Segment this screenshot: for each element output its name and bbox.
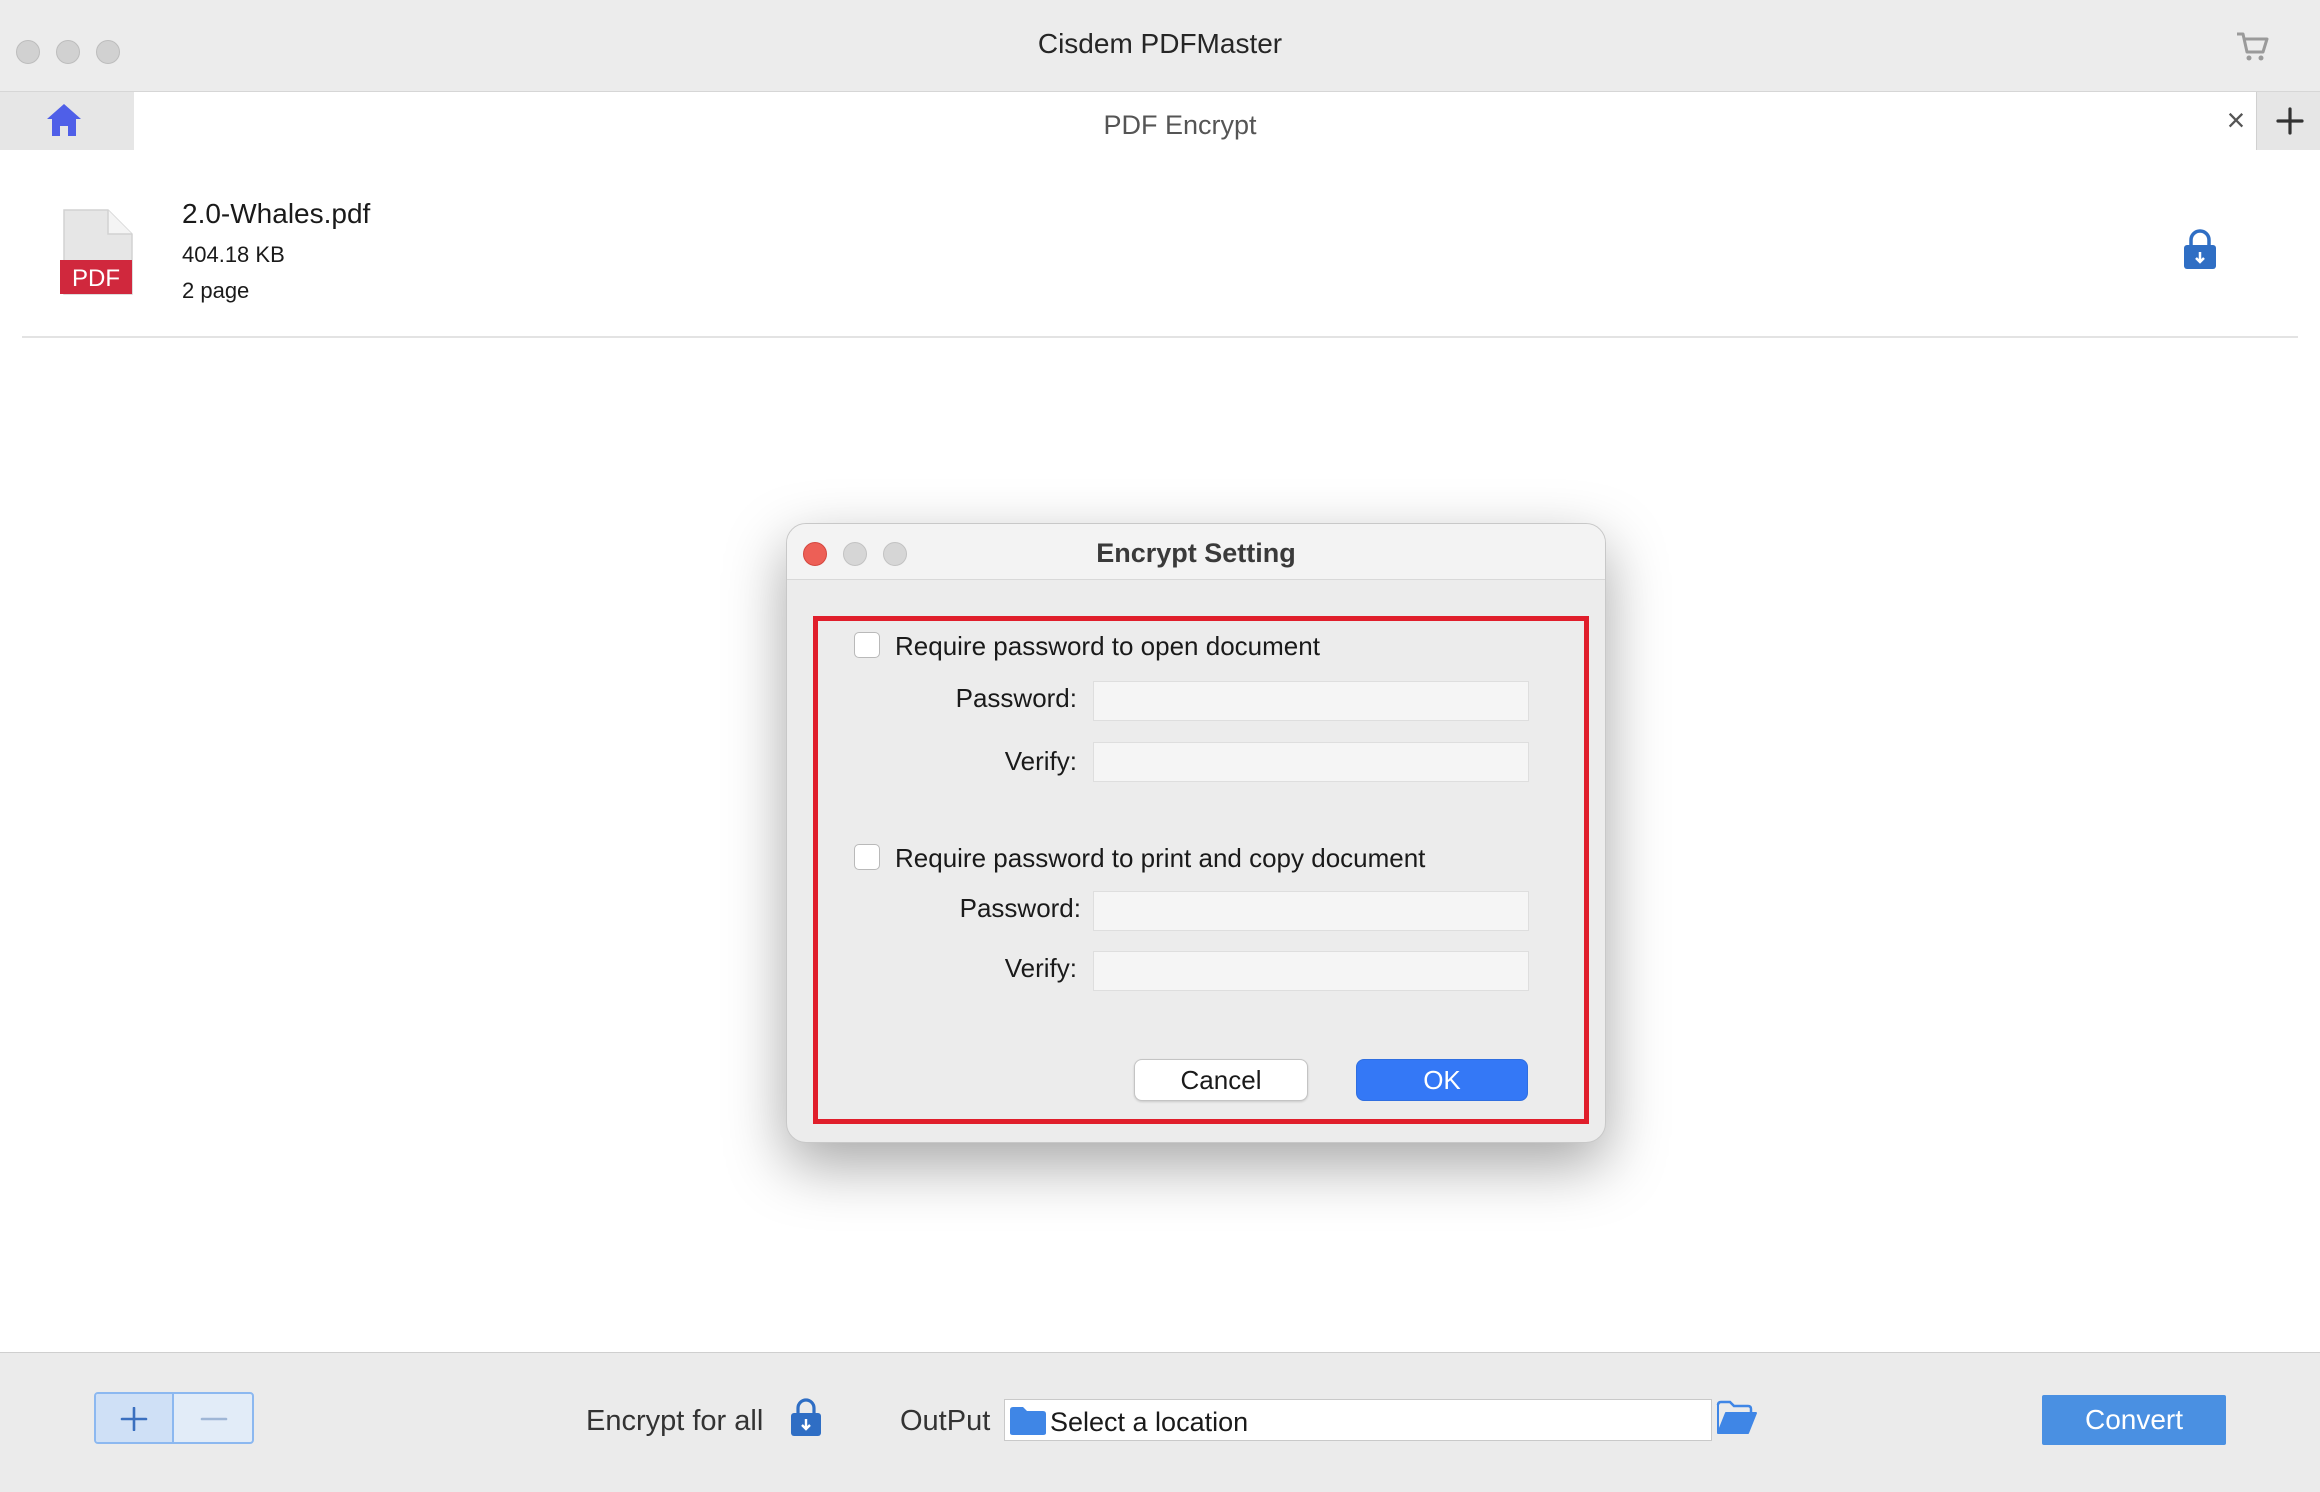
output-location-text: Select a location xyxy=(1050,1407,1249,1437)
require-print-password-checkbox[interactable] xyxy=(854,844,880,870)
print-verify-input[interactable] xyxy=(1093,951,1529,991)
output-label: OutPut xyxy=(900,1405,991,1437)
print-password-label: Password: xyxy=(959,893,1081,923)
dialog-title: Encrypt Setting xyxy=(1096,538,1296,568)
close-icon[interactable]: × xyxy=(2218,102,2254,138)
tab-pdf-encrypt[interactable]: PDF Encrypt xyxy=(0,110,2320,141)
plus-icon xyxy=(2276,107,2304,135)
plus-icon xyxy=(120,1407,148,1431)
open-password-label: Password: xyxy=(955,683,1077,713)
print-verify-label: Verify: xyxy=(1004,953,1077,983)
file-list-item[interactable]: PDF 2.0-Whales.pdf 404.18 KB 2 page xyxy=(22,150,2298,338)
require-open-password-label[interactable]: Require password to open document xyxy=(895,631,1320,662)
add-remove-segmented-control xyxy=(94,1392,254,1444)
open-password-input[interactable] xyxy=(1093,681,1529,721)
dialog-titlebar: Encrypt Setting xyxy=(787,524,1605,580)
add-tab-button[interactable] xyxy=(2256,92,2320,150)
require-open-password-checkbox[interactable] xyxy=(854,632,880,658)
lock-icon[interactable] xyxy=(2182,228,2218,275)
file-page-count: 2 page xyxy=(182,278,250,303)
print-password-input[interactable] xyxy=(1093,891,1529,931)
pdf-file-icon: PDF xyxy=(60,208,136,301)
open-folder-icon[interactable] xyxy=(1716,1399,1758,1442)
remove-file-button[interactable] xyxy=(176,1394,252,1442)
cancel-button[interactable]: Cancel xyxy=(1134,1059,1308,1101)
file-name: 2.0-Whales.pdf xyxy=(182,198,371,229)
require-print-password-label[interactable]: Require password to print and copy docum… xyxy=(895,843,1425,874)
encrypt-setting-dialog: Encrypt Setting Require password to open… xyxy=(786,523,1606,1143)
pdf-icon-label: PDF xyxy=(72,265,120,292)
open-verify-label: Verify: xyxy=(1004,746,1077,776)
folder-icon xyxy=(1009,1406,1047,1441)
open-verify-input[interactable] xyxy=(1093,742,1529,782)
file-size: 404.18 KB xyxy=(182,242,285,267)
encrypt-for-all-label: Encrypt for all xyxy=(586,1405,764,1437)
ok-button[interactable]: OK xyxy=(1356,1059,1528,1101)
cart-icon[interactable] xyxy=(2234,28,2270,64)
convert-button[interactable]: Convert xyxy=(2042,1395,2226,1445)
window-titlebar: Cisdem PDFMaster xyxy=(0,0,2320,92)
output-location-field[interactable]: Select a location xyxy=(1004,1399,1712,1441)
lock-icon[interactable] xyxy=(790,1397,822,1442)
app-title: Cisdem PDFMaster xyxy=(1037,28,1283,59)
bottom-toolbar: Encrypt for all OutPut Select a location… xyxy=(0,1352,2320,1492)
tab-bar: PDF Encrypt × xyxy=(0,92,2320,150)
minus-icon xyxy=(200,1417,228,1421)
add-file-button[interactable] xyxy=(96,1394,174,1442)
